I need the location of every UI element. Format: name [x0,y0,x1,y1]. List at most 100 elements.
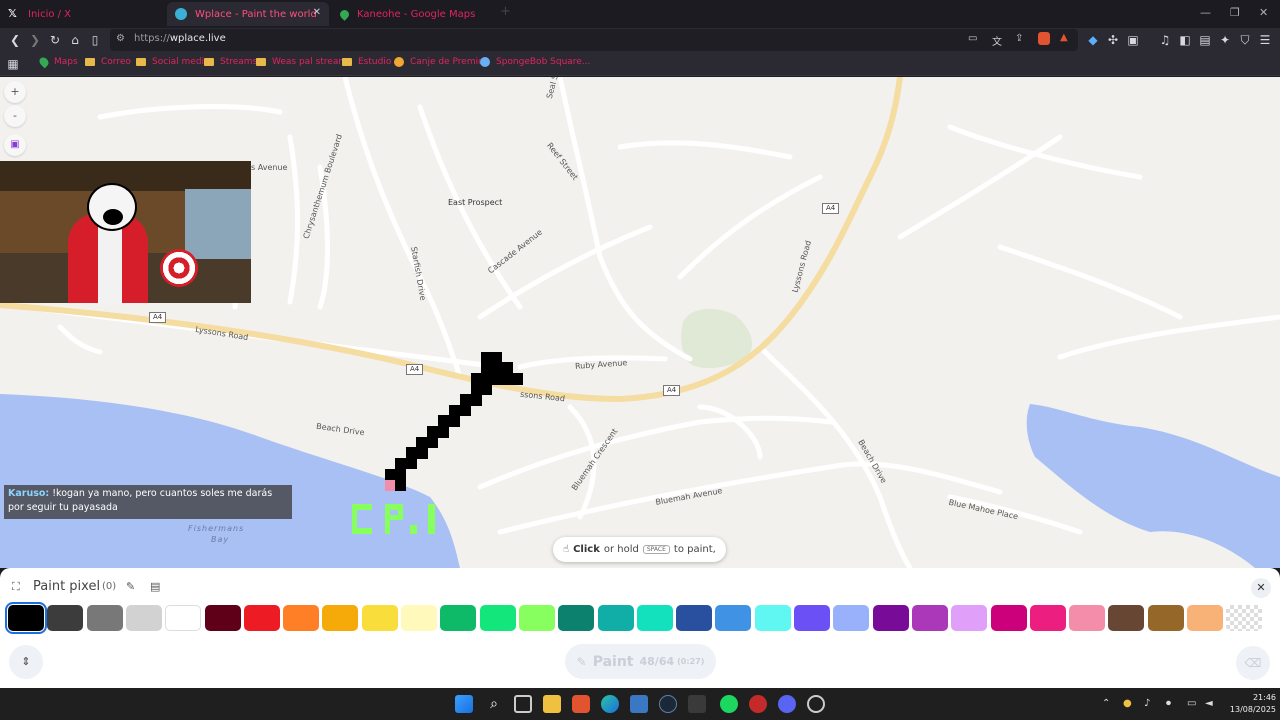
pencil-icon[interactable]: ✎ [126,580,135,593]
edge-icon[interactable] [601,695,619,713]
expand-panel-button[interactable]: ⇕ [9,645,43,679]
color-swatch[interactable] [204,605,241,631]
close-window-icon[interactable]: ✕ [1259,6,1268,19]
tab-wplace[interactable]: Wplace - Paint the world ✕ [167,2,329,26]
color-swatch[interactable] [636,605,673,631]
fullscreen-icon[interactable]: ⛶ [12,580,20,594]
color-swatch[interactable] [479,605,516,631]
chevron-up-icon[interactable]: ⌃ [1102,698,1110,709]
bookmark-icon[interactable]: ▯ [88,33,102,47]
discord-icon[interactable] [778,695,796,713]
app-icon[interactable] [807,695,825,713]
bookmark-canje-de-premios[interactable]: Canje de Premios [394,57,488,67]
minimize-icon[interactable]: — [1200,6,1211,19]
bookmark-weas-pal-stream[interactable]: Weas pal stream [256,57,347,67]
tab-x[interactable]: 𝕏 Inicio / X [0,2,165,26]
file-explorer-icon[interactable] [543,695,561,713]
color-swatch[interactable] [401,605,437,631]
sidebar-icon[interactable]: ◧ [1178,33,1192,47]
color-swatch[interactable] [676,605,713,631]
new-tab-icon[interactable]: + [500,4,511,19]
color-swatch[interactable] [361,605,398,631]
extensions-icon[interactable]: ✣ [1106,33,1120,47]
color-swatch[interactable] [1226,605,1263,631]
speaker-icon[interactable]: ♪ [1144,698,1150,709]
color-swatch[interactable] [715,605,752,631]
color-swatch[interactable] [597,605,634,631]
color-swatch[interactable] [1108,605,1145,631]
wallet-diamond-icon[interactable]: ◆ [1086,33,1100,47]
volume-icon[interactable]: ◄ [1205,698,1213,709]
brave-icon[interactable] [572,695,590,713]
color-swatch[interactable] [322,605,359,631]
windows-start-icon[interactable] [455,695,473,713]
color-swatch[interactable] [990,605,1027,631]
site-settings-icon[interactable]: ⚙ [116,33,125,44]
color-swatch[interactable] [1029,605,1066,631]
mic-icon[interactable]: ⏺ [1166,698,1171,709]
apps-grid-icon[interactable]: ▦ [6,57,20,71]
color-swatch[interactable] [440,605,477,631]
store-icon[interactable] [688,695,706,713]
restore-icon[interactable]: ❐ [1230,6,1240,19]
color-swatch[interactable] [1187,605,1223,631]
color-swatch[interactable] [86,605,123,631]
forward-icon[interactable]: ❯ [28,33,42,47]
bookmark-estudio[interactable]: Estudio [342,57,391,67]
clock[interactable]: 21:46 13/08/2025 [1220,692,1276,716]
bookmark-social-media[interactable]: Social media [136,57,210,67]
color-swatch[interactable] [1147,605,1184,631]
address-bar[interactable]: ⚙ https://wplace.live ▭ 文 ⇪ ▲ [110,29,1078,51]
brave-rewards-icon[interactable]: ▲ [1060,32,1068,43]
steam-icon[interactable] [659,695,677,713]
color-swatch[interactable] [518,605,555,631]
close-panel-button[interactable]: ✕ [1251,578,1271,598]
color-swatch[interactable] [911,605,948,631]
color-swatch[interactable] [243,605,280,631]
bookmark-spongebob[interactable]: SpongeBob Square... [480,57,590,67]
bookmark-maps[interactable]: Maps [37,55,78,69]
map-canvas[interactable]: East Prospect Reef Street Cascade Avenue… [0,77,1280,568]
translate-icon[interactable]: 文 [992,33,1002,48]
brave-shields-icon[interactable] [1038,32,1050,45]
color-swatch[interactable] [5,602,47,634]
color-swatch[interactable] [833,605,870,631]
menu-icon[interactable]: ☰ [1258,33,1272,47]
color-swatch[interactable] [125,605,162,631]
save-icon[interactable]: ▤ [150,580,160,593]
color-swatch[interactable] [754,605,791,631]
screenshot-icon[interactable]: ▣ [1126,33,1140,47]
vpn-icon[interactable]: ⛉ [1238,33,1252,47]
twitch-icon[interactable]: ▣ [4,134,26,156]
color-swatch[interactable] [1069,605,1106,631]
task-view-icon[interactable] [514,695,532,713]
app-icon[interactable] [749,695,767,713]
cast-icon[interactable]: ▭ [968,33,977,44]
wallet-icon[interactable]: ▤ [1198,33,1212,47]
color-swatch[interactable] [47,605,84,631]
media-icon[interactable]: ♫ [1158,33,1172,47]
zoom-out-button[interactable]: - [4,105,26,127]
monitor-icon[interactable]: ▭ [1187,698,1196,709]
tray-app-icon[interactable]: ● [1123,698,1132,709]
photos-icon[interactable] [630,695,648,713]
zoom-in-button[interactable]: + [4,81,26,103]
share-icon[interactable]: ⇪ [1015,33,1023,44]
color-swatch[interactable] [794,605,830,631]
color-swatch[interactable] [951,605,988,631]
bookmark-streams[interactable]: Streams [204,57,257,67]
home-icon[interactable]: ⌂ [68,33,82,47]
paint-button[interactable]: ✎ Paint 48/64 (0:27) [565,644,716,679]
eraser-button[interactable]: ⌫ [1236,646,1270,680]
reload-icon[interactable]: ↻ [48,33,62,47]
bookmark-correo[interactable]: Correo [85,57,131,67]
spotify-icon[interactable] [720,695,738,713]
search-icon[interactable]: ⌕ [485,695,503,713]
back-icon[interactable]: ❮ [8,33,22,47]
color-swatch[interactable] [558,605,595,631]
close-tab-icon[interactable]: ✕ [313,7,321,18]
color-swatch[interactable] [283,605,320,631]
color-swatch[interactable] [165,605,202,631]
tab-google-maps[interactable]: Kaneohe - Google Maps [332,2,492,26]
color-swatch[interactable] [872,605,909,631]
